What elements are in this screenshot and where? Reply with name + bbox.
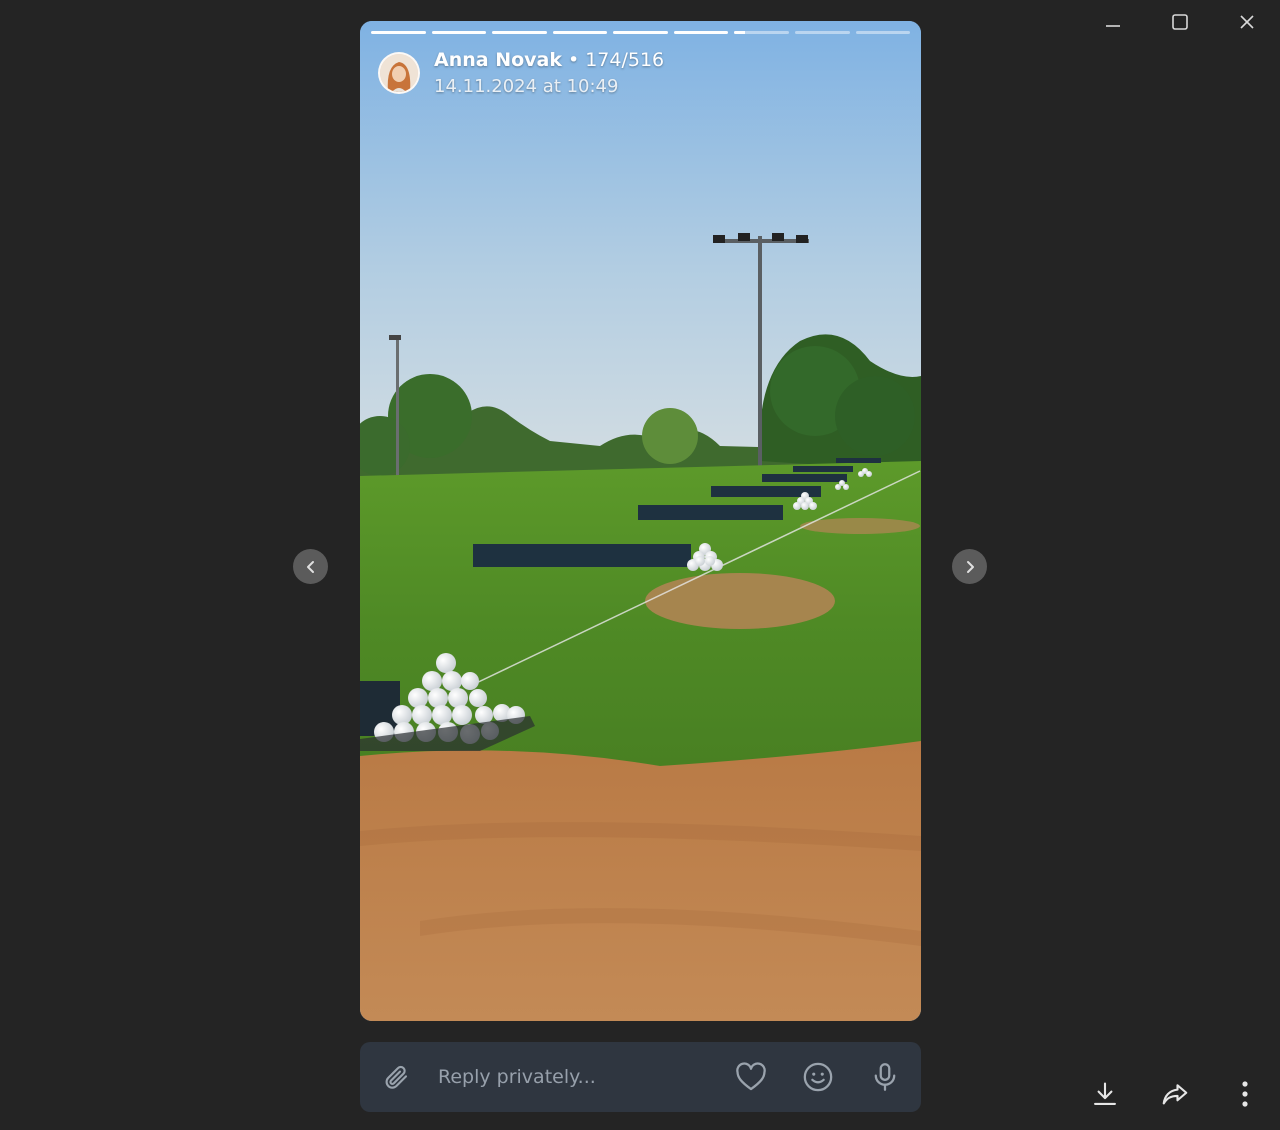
progress-segment	[613, 31, 668, 34]
story-header: Anna Novak • 174/516 14.11.2024 at 10:49	[378, 49, 664, 97]
progress-segment	[673, 31, 729, 34]
next-story-button[interactable]	[952, 549, 987, 584]
reply-input[interactable]	[438, 1057, 702, 1097]
smile-icon	[803, 1062, 833, 1092]
maximize-icon	[1171, 14, 1188, 30]
voice-message-button[interactable]	[867, 1059, 903, 1095]
avatar-image	[380, 54, 418, 92]
chevron-left-icon	[306, 560, 314, 573]
close-icon	[1239, 15, 1254, 29]
close-button[interactable]	[1213, 0, 1280, 44]
previous-story-button[interactable]	[293, 549, 328, 584]
paperclip-icon	[385, 1065, 408, 1089]
window-controls	[1079, 0, 1280, 44]
story-date: 14.11.2024 at 10:49	[434, 76, 619, 97]
story-counter: 174/516	[585, 49, 665, 71]
separator: •	[568, 49, 580, 71]
minimize-icon	[1105, 25, 1120, 27]
story-progress	[371, 31, 911, 34]
more-options-button[interactable]	[1210, 1072, 1280, 1116]
maximize-button[interactable]	[1146, 0, 1213, 44]
author-name[interactable]: Anna Novak	[434, 49, 562, 71]
chevron-right-icon	[966, 560, 974, 573]
emoji-button[interactable]	[800, 1059, 836, 1095]
share-forward-icon	[1162, 1084, 1188, 1105]
progress-segment	[371, 31, 426, 34]
story-actions	[1070, 1072, 1280, 1116]
progress-segment	[431, 31, 487, 34]
progress-segment	[552, 31, 608, 34]
share-button[interactable]	[1140, 1072, 1210, 1116]
more-vertical-icon	[1242, 1081, 1248, 1107]
like-button[interactable]	[733, 1059, 769, 1095]
attach-button[interactable]	[378, 1059, 414, 1095]
heart-icon	[736, 1062, 766, 1091]
minimize-button[interactable]	[1079, 0, 1146, 44]
avatar[interactable]	[378, 52, 420, 94]
reply-bar	[360, 1042, 921, 1112]
golf-range-photo	[360, 21, 921, 1021]
progress-segment-current	[734, 31, 789, 34]
microphone-icon	[874, 1063, 896, 1091]
progress-segment	[492, 31, 547, 34]
story-viewer[interactable]: Anna Novak • 174/516 14.11.2024 at 10:49	[360, 21, 921, 1021]
progress-segment	[794, 31, 850, 34]
download-icon	[1094, 1082, 1116, 1105]
download-button[interactable]	[1070, 1072, 1140, 1116]
progress-segment	[855, 31, 911, 34]
